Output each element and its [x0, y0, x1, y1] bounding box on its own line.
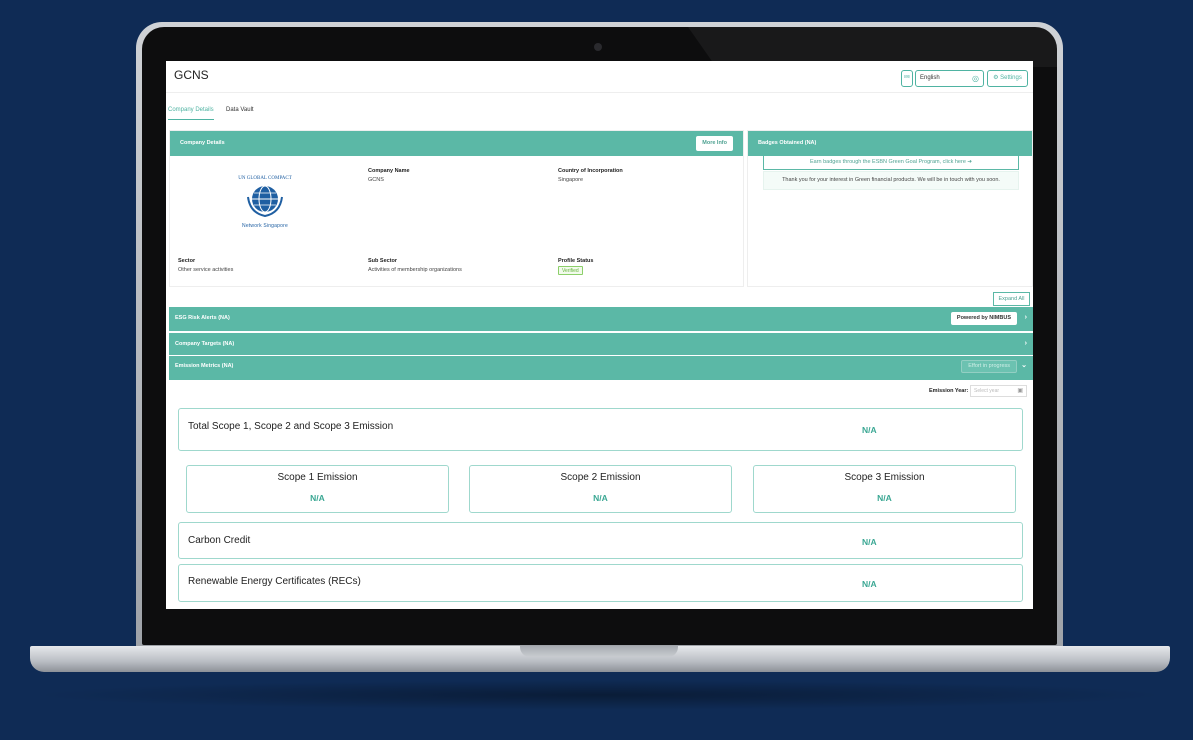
company-logo: UN GLOBAL COMPACT Network Singapore [232, 169, 298, 231]
recs-box: Renewable Energy Certificates (RECs) N/A [178, 564, 1023, 602]
settings-button[interactable]: ⚙ Settings [987, 70, 1028, 87]
emission-year-input[interactable]: Select year ▣ [970, 385, 1027, 397]
expand-all-button[interactable]: Expand All [993, 292, 1030, 306]
tab-company-details[interactable]: Company Details [168, 107, 214, 120]
powered-by-nimbus-button[interactable]: Powered by NIMBUS [950, 312, 1017, 325]
chevron-right-icon: › [1024, 314, 1027, 321]
recs-value: N/A [862, 579, 877, 589]
carbon-credit-label: Carbon Credit [188, 535, 251, 546]
sector-label: Sector [178, 258, 196, 264]
chevron-down-icon: ⌄ [1021, 362, 1027, 369]
emission-metrics-bar[interactable]: Emission Metrics (NA) Effort in progress… [169, 356, 1033, 380]
more-info-button[interactable]: More Info [696, 136, 733, 151]
app-header: GCNS ⎃ English ◎ ⚙ Settings [166, 61, 1033, 93]
effort-in-progress-button[interactable]: Effort in progress [961, 360, 1017, 373]
scope1-box: Scope 1 Emission N/A [186, 465, 449, 513]
calendar-icon: ▣ [1017, 388, 1023, 394]
company-name-label: Company Name [368, 168, 410, 174]
badges-card: Badges Obtained (NA) Earn badges through… [747, 130, 1033, 287]
company-details-card: Company Details More Info UN GLOBAL COMP… [169, 130, 744, 287]
sub-sector-value: Activities of membership organizations [368, 267, 462, 273]
emission-metrics-label: Emission Metrics (NA) [175, 363, 234, 369]
company-targets-bar[interactable]: Company Targets (NA) › [169, 333, 1033, 355]
tab-data-vault[interactable]: Data Vault [226, 107, 254, 113]
logo-lettering: UN GLOBAL COMPACT [238, 176, 292, 181]
scope2-value: N/A [593, 493, 608, 503]
recs-label: Renewable Energy Certificates (RECs) [188, 576, 361, 587]
country-label: Country of Incorporation [558, 168, 623, 174]
profile-status-label: Profile Status [558, 258, 594, 264]
sub-sector-label: Sub Sector [368, 258, 398, 264]
app-title: GCNS [174, 68, 209, 82]
total-emission-box: Total Scope 1, Scope 2 and Scope 3 Emiss… [178, 408, 1023, 451]
app-screen: GCNS ⎃ English ◎ ⚙ Settings Company Deta… [166, 61, 1033, 609]
scope3-value: N/A [877, 493, 892, 503]
total-emission-label: Total Scope 1, Scope 2 and Scope 3 Emiss… [188, 421, 394, 432]
badges-title: Badges Obtained (NA) [758, 140, 817, 146]
scope3-box: Scope 3 Emission N/A [753, 465, 1016, 513]
country-value: Singapore [558, 177, 584, 183]
thanks-message: Thank you for your interest in Green fin… [763, 171, 1019, 190]
un-globe-icon: UN GLOBAL COMPACT [238, 176, 292, 218]
total-emission-value: N/A [862, 425, 877, 435]
chevron-right-icon: › [1024, 340, 1027, 347]
laptop-notch [520, 646, 678, 657]
esg-risk-alerts-bar[interactable]: ESG Risk Alerts (NA) Powered by NIMBUS › [169, 307, 1033, 331]
company-targets-label: Company Targets (NA) [175, 341, 235, 347]
language-value: English [920, 75, 940, 81]
globe-icon: ◎ [972, 74, 979, 83]
company-details-title: Company Details [180, 140, 225, 146]
earn-badges-link[interactable]: Earn badges through the ESBN Green Goal … [763, 155, 1019, 170]
company-details-header: Company Details More Info [170, 131, 743, 156]
scope1-label: Scope 1 Emission [277, 472, 358, 483]
emission-year-label: Emission Year: [929, 388, 969, 394]
status-badge: Verified [558, 266, 583, 275]
scope2-box: Scope 2 Emission N/A [469, 465, 732, 513]
scope2-label: Scope 2 Emission [560, 472, 641, 483]
sector-value: Other service activities [178, 267, 234, 273]
camera-icon [594, 43, 602, 51]
laptop-shadow [30, 680, 1170, 710]
carbon-credit-box: Carbon Credit N/A [178, 522, 1023, 559]
company-name-value: GCNS [368, 177, 384, 183]
emission-year-placeholder: Select year [974, 388, 1000, 394]
carbon-credit-value: N/A [862, 537, 877, 547]
badges-header: Badges Obtained (NA) [748, 131, 1032, 156]
logo-caption: Network Singapore [242, 223, 288, 229]
scope1-value: N/A [310, 493, 325, 503]
scope3-label: Scope 3 Emission [844, 472, 925, 483]
language-select[interactable]: English ◎ [915, 70, 984, 87]
esg-risk-alerts-label: ESG Risk Alerts (NA) [175, 315, 230, 321]
bell-icon[interactable]: ⎃ [901, 70, 913, 87]
